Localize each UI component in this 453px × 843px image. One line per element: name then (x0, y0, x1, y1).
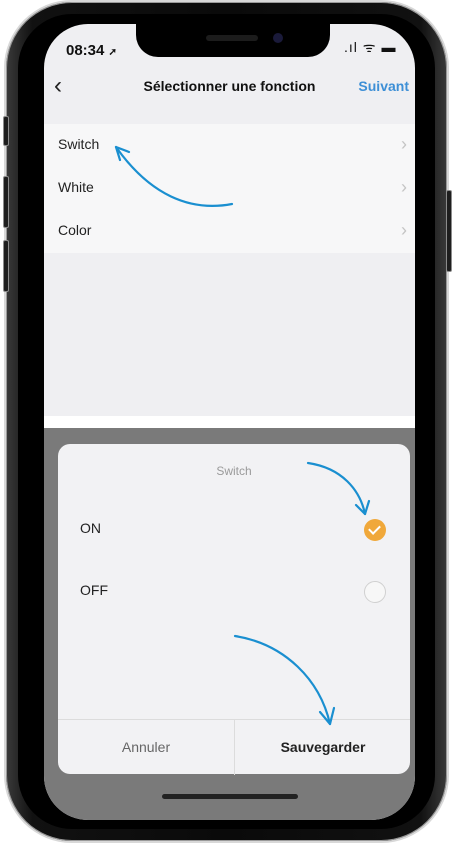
annotation-arrows (114, 145, 371, 726)
arrow-to-switch (114, 145, 234, 207)
arrow-to-save (233, 634, 332, 726)
